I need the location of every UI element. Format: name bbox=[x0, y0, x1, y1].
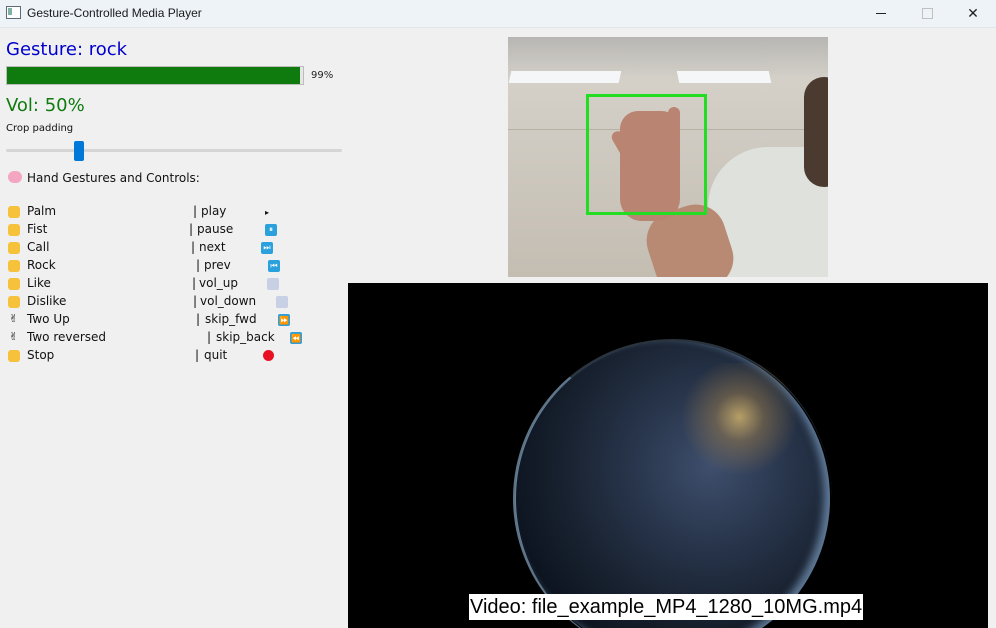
raised-hand-icon bbox=[8, 350, 20, 362]
separator: | bbox=[193, 204, 198, 218]
controls-heading-text: Hand Gestures and Controls: bbox=[27, 171, 200, 185]
minimize-button[interactable] bbox=[858, 0, 904, 27]
gesture-row: Stop | quit bbox=[0, 348, 340, 366]
red-circle-icon bbox=[263, 350, 274, 361]
gesture-action: next bbox=[199, 240, 226, 254]
play-icon: ▸ bbox=[264, 207, 269, 217]
gesture-action: play bbox=[201, 204, 227, 218]
gesture-row: Fist | pause ⏸ bbox=[0, 222, 340, 240]
separator: | bbox=[207, 330, 212, 344]
speaker-icon bbox=[276, 296, 288, 308]
gesture-action: pause bbox=[197, 222, 234, 236]
brain-icon bbox=[8, 171, 22, 183]
separator: | bbox=[192, 276, 197, 290]
pause-icon: ⏸ bbox=[265, 224, 277, 236]
title-bar: Gesture-Controlled Media Player ✕ bbox=[0, 0, 996, 28]
gesture-row: Rock | prev ⏮ bbox=[0, 258, 340, 276]
controls-heading: Hand Gestures and Controls: bbox=[8, 171, 200, 185]
speaker-icon bbox=[267, 278, 279, 290]
gesture-name: Stop bbox=[27, 348, 55, 362]
gesture-row: ✌ Two Up | skip_fwd ⏩ bbox=[0, 312, 340, 330]
video-caption: Video: file_example_MP4_1280_10MG.mp4 bbox=[469, 594, 864, 620]
volume-label: Vol: 50% bbox=[6, 95, 85, 116]
victory-hand-icon: ✌ bbox=[9, 330, 19, 343]
app-icon bbox=[6, 6, 21, 19]
gesture-action: vol_down bbox=[200, 294, 257, 308]
confidence-bar-fill bbox=[7, 67, 301, 84]
gesture-row: Palm | play ▸ bbox=[0, 204, 340, 222]
gesture-name: Call bbox=[27, 240, 50, 254]
separator: | bbox=[191, 240, 196, 254]
confidence-bar bbox=[6, 66, 304, 85]
close-button[interactable]: ✕ bbox=[950, 0, 996, 27]
ceiling-light bbox=[676, 71, 772, 83]
close-icon: ✕ bbox=[967, 5, 979, 22]
crop-padding-slider-handle[interactable] bbox=[74, 141, 84, 161]
thumbs-down-icon bbox=[8, 296, 20, 308]
separator: | bbox=[195, 348, 200, 362]
thumbs-up-icon bbox=[8, 278, 20, 290]
gesture-name: Like bbox=[27, 276, 51, 290]
video-player[interactable] bbox=[348, 283, 988, 628]
separator: | bbox=[196, 258, 201, 272]
gesture-name: Two reversed bbox=[27, 330, 107, 344]
next-track-icon: ⏭ bbox=[261, 242, 273, 254]
gesture-name: Dislike bbox=[27, 294, 67, 308]
confidence-text: 99% bbox=[311, 70, 334, 81]
maximize-button[interactable] bbox=[904, 0, 950, 27]
previous-track-icon: ⏮ bbox=[268, 260, 280, 272]
gesture-row: ✌ Two reversed | skip_back ⏪ bbox=[0, 330, 340, 348]
gesture-row: Dislike | vol_down bbox=[0, 294, 340, 312]
separator: | bbox=[193, 294, 198, 308]
gesture-name: Palm bbox=[27, 204, 57, 218]
call-hand-icon bbox=[8, 242, 20, 254]
gesture-action: skip_fwd bbox=[205, 312, 257, 326]
gesture-name: Two Up bbox=[27, 312, 70, 326]
minimize-icon bbox=[876, 13, 886, 14]
person-head bbox=[804, 77, 828, 187]
separator: | bbox=[196, 312, 201, 326]
camera-feed bbox=[508, 37, 828, 277]
gesture-label: Gesture: rock bbox=[6, 39, 128, 60]
gesture-action: skip_back bbox=[216, 330, 275, 344]
gesture-name: Rock bbox=[27, 258, 56, 272]
gesture-action: prev bbox=[204, 258, 231, 272]
crop-padding-label: Crop padding bbox=[6, 123, 74, 134]
gesture-row: Like | vol_up bbox=[0, 276, 340, 294]
crop-padding-slider-track[interactable] bbox=[6, 149, 342, 152]
open-palm-icon bbox=[8, 206, 20, 218]
gesture-row: Call | next ⏭ bbox=[0, 240, 340, 258]
hand-detection-box bbox=[586, 94, 707, 215]
maximize-icon bbox=[921, 8, 933, 19]
gesture-action: quit bbox=[204, 348, 228, 362]
fist-icon bbox=[8, 224, 20, 236]
separator: | bbox=[189, 222, 194, 236]
rewind-icon: ⏪ bbox=[290, 332, 302, 344]
rock-hand-icon bbox=[8, 260, 20, 272]
window-title: Gesture-Controlled Media Player bbox=[27, 6, 202, 20]
city-lights bbox=[668, 363, 798, 483]
victory-hand-icon: ✌ bbox=[9, 312, 19, 325]
gesture-action: vol_up bbox=[199, 276, 238, 290]
fast-forward-icon: ⏩ bbox=[278, 314, 290, 326]
gesture-name: Fist bbox=[27, 222, 48, 236]
ceiling-light bbox=[508, 71, 622, 83]
